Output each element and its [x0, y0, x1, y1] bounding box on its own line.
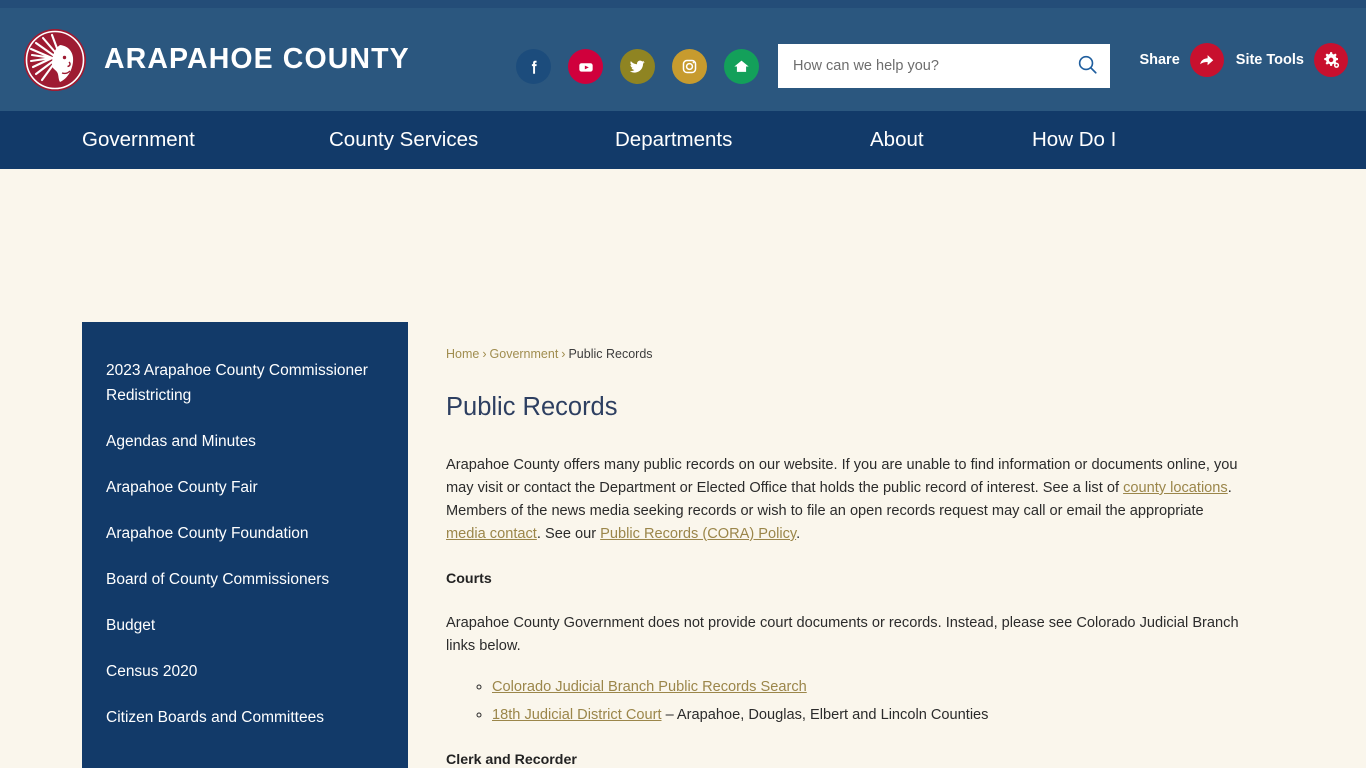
- link-county-locations[interactable]: county locations: [1123, 480, 1228, 496]
- nav-item-departments[interactable]: Departments: [615, 128, 870, 152]
- courts-paragraph: Arapahoe County Government does not prov…: [446, 615, 1239, 654]
- heading-clerk-and-recorder: Clerk and Recorder: [446, 752, 577, 768]
- site-logo-link[interactable]: ARAPAHOE COUNTY: [24, 28, 410, 91]
- sidebar-item-budget[interactable]: Budget: [82, 603, 408, 649]
- search-input[interactable]: [779, 45, 1065, 87]
- main-navigation: Government County Services Departments A…: [0, 111, 1366, 169]
- sidebar-item-citizen-boards[interactable]: Citizen Boards and Committees: [82, 695, 408, 741]
- sidebar-item-board-commissioners[interactable]: Board of County Commissioners: [82, 557, 408, 603]
- share-label: Share: [1139, 51, 1180, 68]
- share-arrow-icon: [1189, 42, 1224, 77]
- breadcrumb-home[interactable]: Home: [446, 347, 479, 361]
- sidebar-item-redistricting[interactable]: 2023 Arapahoe County Commissioner Redist…: [82, 348, 408, 419]
- brand-name: ARAPAHOE COUNTY: [104, 43, 410, 75]
- site-tools-button[interactable]: Site Tools: [1235, 42, 1348, 77]
- twitter-icon[interactable]: [620, 49, 655, 84]
- nextdoor-home-icon[interactable]: [724, 49, 759, 84]
- sidebar-item-census-2020[interactable]: Census 2020: [82, 649, 408, 695]
- link-18th-judicial-district[interactable]: 18th Judicial District Court: [492, 707, 662, 723]
- facebook-icon[interactable]: [516, 49, 551, 84]
- intro-paragraph: Arapahoe County offers many public recor…: [446, 454, 1239, 546]
- search-icon: [1076, 53, 1099, 79]
- list-item-suffix: – Arapahoe, Douglas, Elbert and Lincoln …: [661, 707, 989, 723]
- site-tools-label: Site Tools: [1235, 51, 1304, 68]
- site-header: ARAPAHOE COUNTY How can we help you? Sha…: [0, 8, 1366, 111]
- courts-paragraph-wrap: Arapahoe County Government does not prov…: [446, 612, 1239, 658]
- nav-item-how-do-i[interactable]: How Do I: [1032, 128, 1116, 152]
- breadcrumb: Home › Government › Public Records: [446, 347, 1272, 361]
- link-cora-policy[interactable]: Public Records (CORA) Policy: [600, 526, 796, 542]
- list-item: 18th Judicial District Court – Arapahoe,…: [492, 704, 1272, 727]
- sidebar-item-agendas-and-minutes[interactable]: Agendas and Minutes: [82, 419, 408, 465]
- instagram-icon[interactable]: [672, 49, 707, 84]
- link-media-contact[interactable]: media contact: [446, 526, 537, 542]
- share-button[interactable]: Share: [1139, 42, 1224, 77]
- list-item: Colorado Judicial Branch Public Records …: [492, 676, 1272, 699]
- county-seal-icon: [24, 28, 86, 91]
- heading-courts: Courts: [446, 571, 492, 587]
- sidebar-item-county-fair[interactable]: Arapahoe County Fair: [82, 465, 408, 511]
- page-title: Public Records: [446, 393, 618, 421]
- breadcrumb-current: Public Records: [568, 347, 653, 361]
- page-body: 2023 Arapahoe County Commissioner Redist…: [0, 169, 1366, 768]
- intro-text-1: Arapahoe County offers many public recor…: [446, 457, 1238, 496]
- gear-icon: [1314, 42, 1348, 77]
- nav-item-county-services[interactable]: County Services: [329, 128, 615, 152]
- nav-item-about[interactable]: About: [870, 128, 1032, 152]
- section-sidebar-menu: 2023 Arapahoe County Commissioner Redist…: [82, 322, 408, 768]
- intro-text-3: . See our: [536, 526, 601, 542]
- sidebar-item-county-foundation[interactable]: Arapahoe County Foundation: [82, 511, 408, 557]
- breadcrumb-separator-2: ›: [561, 347, 566, 361]
- intro-text-4: .: [796, 526, 801, 542]
- search-submit-button[interactable]: [1065, 45, 1109, 87]
- social-links: [516, 49, 759, 84]
- site-search: [778, 44, 1110, 88]
- nav-item-government[interactable]: Government: [82, 128, 329, 152]
- top-accent-strip: [0, 0, 1366, 8]
- header-tools: Share Site Tools: [1139, 8, 1348, 111]
- breadcrumb-separator-1: ›: [482, 347, 487, 361]
- youtube-icon[interactable]: [568, 49, 603, 84]
- link-colorado-judicial-search[interactable]: Colorado Judicial Branch Public Records …: [492, 679, 807, 695]
- main-content: Home › Government › Public Records Public Re…: [408, 322, 1272, 768]
- breadcrumb-government[interactable]: Government: [490, 347, 559, 361]
- courts-links-list: Colorado Judicial Branch Public Records …: [492, 676, 1272, 727]
